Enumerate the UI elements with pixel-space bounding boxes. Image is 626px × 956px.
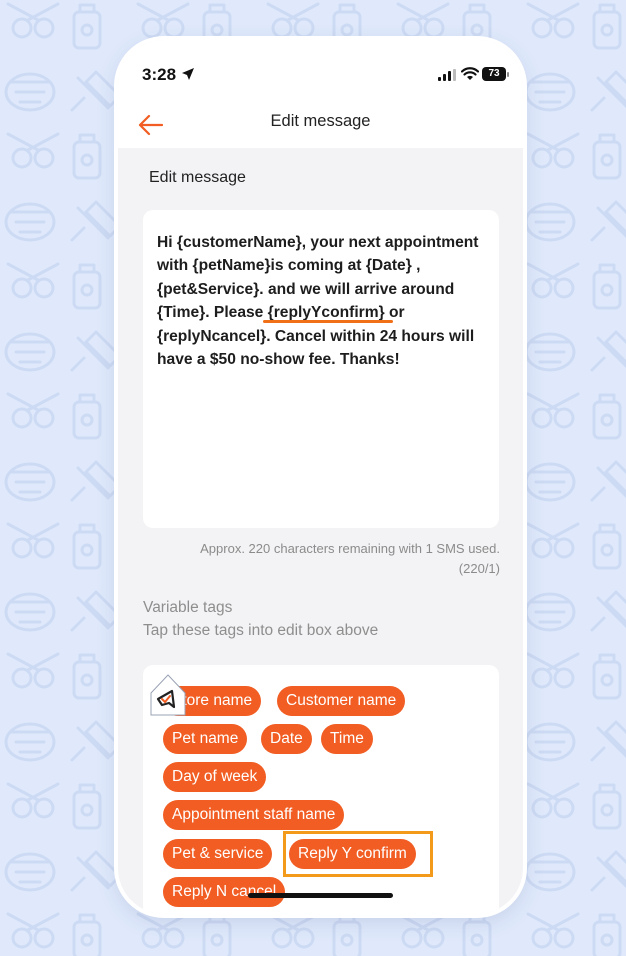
- pointer-cursor-icon: [150, 674, 186, 716]
- variable-tags-title: Variable tags: [143, 599, 233, 616]
- section-title: Edit message: [149, 169, 246, 186]
- character-count-text: Approx. 220 characters remaining with 1 …: [200, 541, 500, 556]
- character-count: Approx. 220 characters remaining with 1 …: [138, 539, 500, 579]
- tag-day-of-week[interactable]: Day of week: [163, 762, 267, 792]
- tag-time[interactable]: Time: [321, 724, 373, 754]
- tag-appointment-staff-name[interactable]: Appointment staff name: [163, 800, 345, 830]
- wifi-icon: [461, 67, 479, 80]
- message-line: have a $50 no-show fee. Thanks!: [157, 351, 400, 369]
- message-line: {pet&Service}. and we will arrive around: [157, 280, 455, 298]
- message-line: with {petName}is coming at {Date} ,: [157, 257, 421, 275]
- tag-date[interactable]: Date: [261, 724, 312, 754]
- character-count-ratio: (220/1): [458, 561, 500, 576]
- message-line: Hi {customerName}, your next appointment: [157, 234, 479, 251]
- signal-icon: [438, 69, 456, 81]
- status-time: 3:28: [142, 65, 177, 84]
- page-title: Edit message: [270, 112, 371, 130]
- tag-customer-name[interactable]: Customer name: [277, 686, 406, 716]
- battery-nub: [507, 72, 509, 77]
- battery-icon: 73: [482, 67, 506, 81]
- nav-bar: Edit message: [118, 102, 523, 148]
- reply-confirm-highlight: [283, 831, 433, 877]
- tag-pet-name[interactable]: Pet name: [163, 724, 248, 754]
- status-bar: 3:28 73: [118, 40, 523, 102]
- location-arrow-icon: [182, 68, 194, 80]
- phone-screen: 3:28 73 Edit message Edit message Hi {cu…: [118, 40, 523, 914]
- variable-tags-hint: Tap these tags into edit box above: [143, 622, 379, 639]
- reply-confirm-underline: [263, 320, 393, 323]
- home-indicator: [248, 893, 393, 898]
- tag-pet-and-service[interactable]: Pet & service: [163, 839, 273, 869]
- tag-reply-n-cancel[interactable]: Reply N cancel: [163, 877, 286, 907]
- message-text[interactable]: Hi {customerName}, your next appointment…: [157, 231, 497, 371]
- message-line: {replyNcancel}. Cancel within 24 hours w…: [157, 327, 475, 345]
